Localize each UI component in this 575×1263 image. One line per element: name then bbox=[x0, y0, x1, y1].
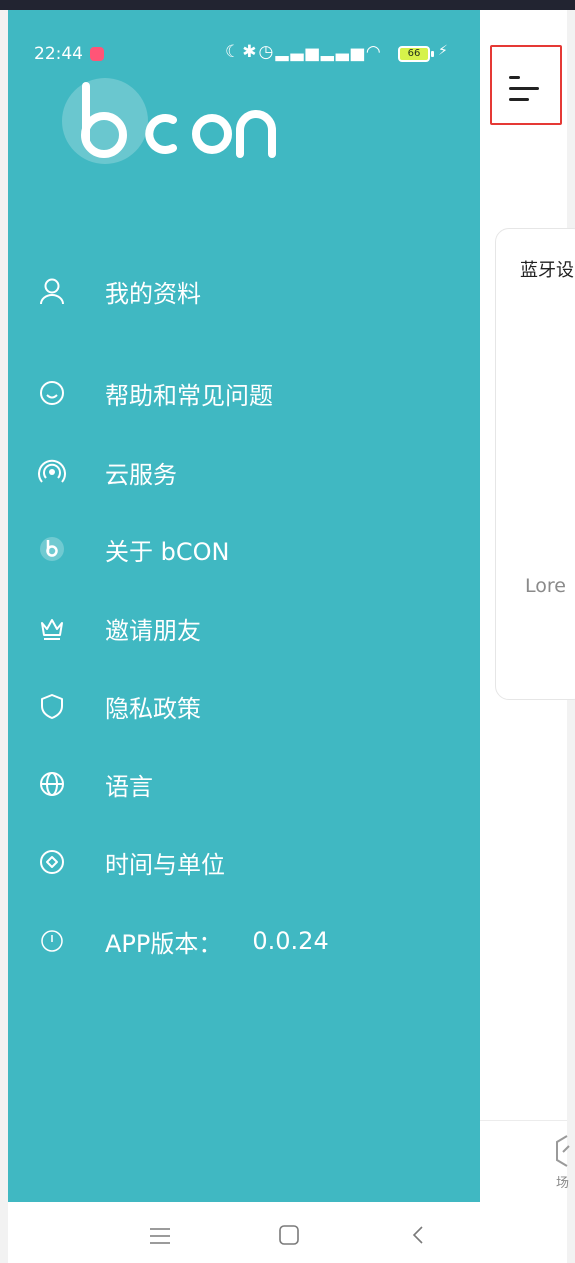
app-version-value: 0.0.24 bbox=[252, 927, 329, 955]
cloud-signal-icon bbox=[36, 456, 68, 488]
smile-icon bbox=[36, 377, 68, 409]
battery-tip bbox=[431, 51, 434, 57]
app-version-label: APP版本： bbox=[105, 929, 223, 958]
charging-icon: ⚡ bbox=[438, 43, 448, 59]
drawer-item-profile[interactable]: 我的资料 bbox=[36, 268, 201, 314]
wifi-icon: ◠ bbox=[365, 42, 383, 62]
drawer-item-label: 我的资料 bbox=[105, 279, 201, 308]
globe-icon bbox=[36, 768, 68, 800]
scene-tab-label: 场 bbox=[556, 1176, 570, 1191]
card-text: Lore bbox=[525, 575, 566, 597]
status-icons: ☾✱◷▂▃▅▂▃▅◠ bbox=[225, 42, 383, 62]
drawer-item-label: 帮助和常见问题 bbox=[105, 381, 273, 410]
user-icon bbox=[36, 275, 68, 307]
drawer-item-label: 关于 bCON bbox=[105, 537, 230, 566]
scene-tab-icon[interactable] bbox=[555, 1134, 575, 1168]
drawer-item-help[interactable]: 帮助和常见问题 bbox=[36, 370, 273, 416]
drawer-item-label: 隐私政策 bbox=[105, 694, 201, 723]
bcon-logo-icon bbox=[36, 533, 68, 565]
drawer-item-about[interactable]: 关于 bCON bbox=[36, 526, 229, 572]
drawer-item-invite[interactable]: 邀请朋友 bbox=[36, 605, 201, 651]
bcon-logo bbox=[81, 82, 276, 158]
home-square-icon[interactable] bbox=[278, 1224, 300, 1246]
drawer-item-cloud-service[interactable]: 云服务 bbox=[36, 449, 177, 495]
drawer-item-privacy[interactable]: 隐私政策 bbox=[36, 683, 201, 729]
crown-icon bbox=[36, 612, 68, 644]
drawer-item-label: 邀请朋友 bbox=[105, 616, 201, 645]
back-chevron-icon[interactable] bbox=[410, 1224, 426, 1246]
drawer-item-label: 时间与单位 bbox=[105, 850, 225, 879]
screen-left-edge bbox=[0, 10, 8, 1263]
drawer-item-language[interactable]: 语言 bbox=[36, 761, 153, 807]
bluetooth-icon: ✱ bbox=[242, 42, 259, 62]
bluetooth-device-card[interactable] bbox=[495, 228, 575, 700]
menu-toggle-icon[interactable] bbox=[507, 70, 543, 108]
notification-app-icon bbox=[90, 47, 104, 61]
shield-icon bbox=[36, 690, 68, 722]
drawer-item-app-version: APP版本： 0.0.24 bbox=[36, 918, 329, 964]
drawer-item-label: 云服务 bbox=[105, 460, 177, 489]
info-icon bbox=[36, 925, 68, 957]
menu-lines-icon[interactable] bbox=[148, 1226, 172, 1246]
battery-icon: 66 bbox=[398, 46, 430, 62]
time-unit-icon bbox=[36, 846, 68, 878]
drawer-item-label: 语言 bbox=[105, 772, 153, 801]
bottom-tab-bar bbox=[480, 1120, 567, 1203]
drawer-item-time-unit[interactable]: 时间与单位 bbox=[36, 839, 225, 885]
signal-icon: ▂▃▅ bbox=[275, 42, 321, 62]
signal-icon: ▂▃▅ bbox=[320, 42, 366, 62]
card-title: 蓝牙设 bbox=[520, 260, 574, 281]
alarm-icon: ◷ bbox=[258, 42, 276, 62]
moon-icon: ☾ bbox=[225, 42, 243, 62]
screen-top-edge bbox=[0, 0, 575, 10]
status-time: 22:44 bbox=[34, 44, 83, 64]
